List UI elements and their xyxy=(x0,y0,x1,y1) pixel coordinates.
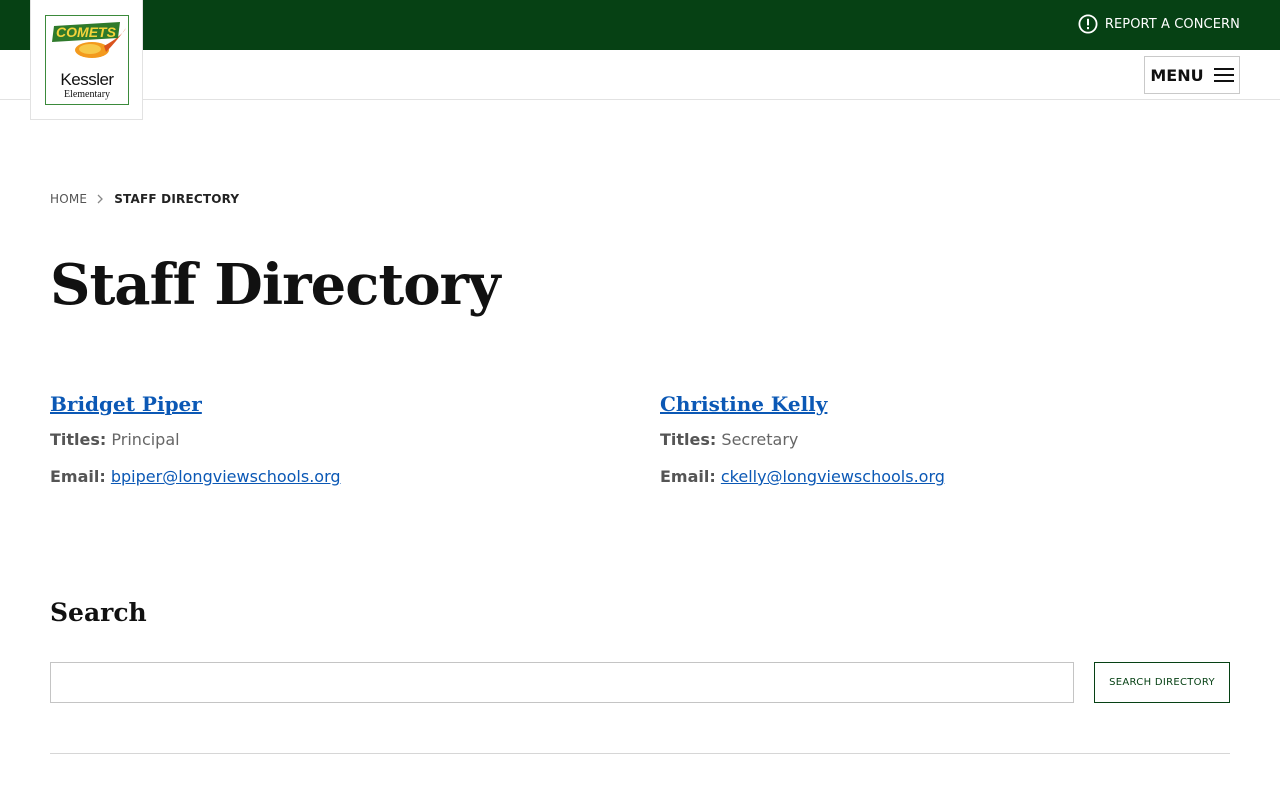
page-title: Staff Directory xyxy=(50,252,501,318)
svg-text:COMETS: COMETS xyxy=(56,24,117,40)
staff-email-row: Email: bpiper@longviewschools.org xyxy=(50,467,341,486)
staff-name-link[interactable]: Christine Kelly xyxy=(660,392,827,416)
logo-frame: COMETS Kessler Elementary xyxy=(45,15,129,105)
report-concern-link[interactable]: REPORT A CONCERN xyxy=(1078,14,1240,34)
breadcrumb-current: STAFF DIRECTORY xyxy=(114,192,240,206)
staff-title-row: Titles: Principal xyxy=(50,430,341,449)
staff-email-link[interactable]: bpiper@longviewschools.org xyxy=(111,467,341,486)
menu-button[interactable]: MENU xyxy=(1144,56,1240,94)
logo-subname: Elementary xyxy=(63,89,111,100)
logo-name: Kessler xyxy=(60,70,114,89)
search-input[interactable] xyxy=(50,662,1074,703)
divider xyxy=(50,753,1230,754)
email-label: Email: xyxy=(660,467,716,486)
breadcrumb: HOME STAFF DIRECTORY xyxy=(50,192,239,206)
staff-title-row: Titles: Secretary xyxy=(660,430,945,449)
nav-bar: MENU xyxy=(0,50,1280,100)
school-logo[interactable]: COMETS Kessler Elementary xyxy=(30,0,143,120)
staff-email-row: Email: ckelly@longviewschools.org xyxy=(660,467,945,486)
hamburger-icon xyxy=(1213,68,1234,82)
alert-circle-icon xyxy=(1078,14,1098,34)
staff-card: Christine Kelly Titles: Secretary Email:… xyxy=(660,392,945,486)
search-heading: Search xyxy=(50,598,147,627)
comet-icon: COMETS xyxy=(52,22,126,58)
search-directory-button[interactable]: SEARCH DIRECTORY xyxy=(1094,662,1230,703)
titles-label: Titles: xyxy=(50,430,107,449)
email-label: Email: xyxy=(50,467,106,486)
staff-name-link[interactable]: Bridget Piper xyxy=(50,392,202,416)
titles-label: Titles: xyxy=(660,430,717,449)
report-concern-label: REPORT A CONCERN xyxy=(1104,16,1240,32)
breadcrumb-home[interactable]: HOME xyxy=(50,192,87,206)
staff-title: Principal xyxy=(111,430,180,449)
top-bar: REPORT A CONCERN xyxy=(0,0,1280,50)
menu-label: MENU xyxy=(1150,65,1204,85)
staff-email-link[interactable]: ckelly@longviewschools.org xyxy=(721,467,945,486)
staff-card: Bridget Piper Titles: Principal Email: b… xyxy=(50,392,341,486)
staff-title: Secretary xyxy=(721,430,799,449)
chevron-right-icon xyxy=(95,193,105,205)
